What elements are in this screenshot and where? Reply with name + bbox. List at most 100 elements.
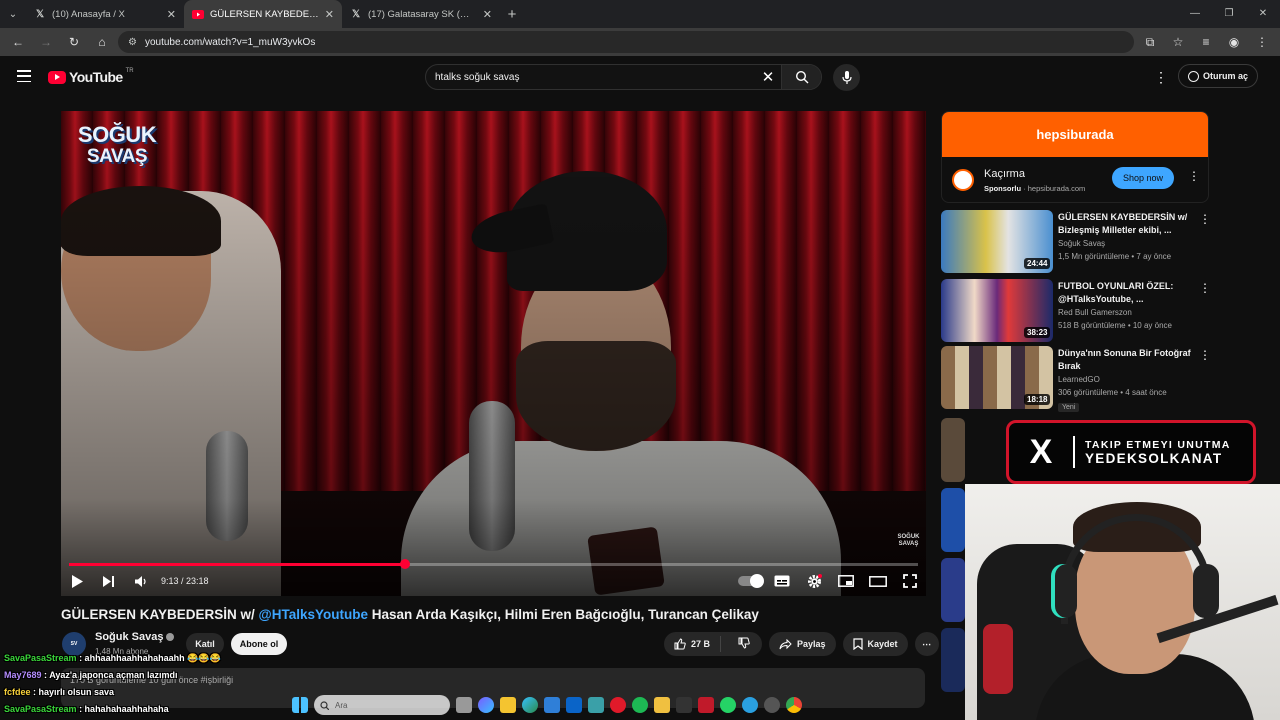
close-tab-icon[interactable]: ✕: [483, 8, 492, 21]
new-tab-button[interactable]: +: [500, 6, 524, 23]
app-icon[interactable]: [698, 697, 714, 713]
minimize-icon[interactable]: —: [1178, 0, 1212, 28]
recommendation-title[interactable]: Dünya'nın Sonuna Bir Fotoğraf Bırak: [1058, 347, 1193, 373]
ad-subline: Sponsorlu · hepsiburada.com: [984, 184, 1086, 193]
stream-chat-overlay: SavaPasaStream : ahhaahhaahhahahaahh 😂😂😂…: [0, 651, 360, 720]
recommendation-item[interactable]: 18:18 Dünya'nın Sonuna Bir Fotoğraf Bıra…: [941, 346, 1211, 412]
headset-earcup-left: [1051, 564, 1077, 618]
subtitles-button[interactable]: [766, 569, 798, 593]
fullscreen-button[interactable]: [894, 569, 926, 593]
profile-icon[interactable]: ◉: [1222, 30, 1246, 54]
browser-tab-1[interactable]: 𝕏 (10) Anasayfa / X ✕: [26, 0, 184, 28]
restore-icon[interactable]: ❐: [1212, 0, 1246, 28]
close-window-icon[interactable]: ✕: [1246, 0, 1280, 28]
channel-name[interactable]: Soğuk Savaş: [95, 631, 175, 643]
tab-search-icon[interactable]: ⌄: [0, 0, 26, 28]
recommendation-thumbnail[interactable]: [941, 628, 965, 692]
search-input[interactable]: htalks soğuk savaş: [426, 72, 755, 83]
recommendation-channel[interactable]: LearnedGO: [1058, 375, 1100, 384]
more-actions-button[interactable]: ⋯: [914, 632, 939, 656]
home-button[interactable]: ⌂: [90, 30, 114, 54]
app-icon[interactable]: [676, 697, 692, 713]
tab-title: (17) Galatasaray SK (@Galatasa: [368, 8, 477, 20]
ad-domain: hepsiburada.com: [1027, 184, 1086, 193]
video-player[interactable]: SOĞUK SAVAŞ SOĞUK SAVAŞ 9:13 / 23:18: [61, 111, 926, 596]
autoplay-toggle[interactable]: [734, 569, 766, 593]
whatsapp-icon[interactable]: [720, 697, 736, 713]
recommendation-thumbnails-partial[interactable]: [941, 418, 965, 720]
chrome-icon[interactable]: [786, 697, 802, 713]
outlook-icon[interactable]: [566, 697, 582, 713]
volume-button[interactable]: [125, 569, 157, 593]
miniplayer-button[interactable]: [830, 569, 862, 593]
recommendation-menu-icon[interactable]: ⋮: [1199, 212, 1211, 226]
save-button[interactable]: Kaydet: [842, 632, 908, 656]
chat-message: SavaPasaStream : hahahahaahhahaha: [4, 704, 169, 714]
telegram-icon[interactable]: [742, 697, 758, 713]
like-dislike-group: 27 B: [664, 632, 763, 656]
close-tab-icon[interactable]: ✕: [325, 8, 334, 21]
settings-button[interactable]: [798, 569, 830, 593]
install-icon[interactable]: ⧉: [1138, 30, 1162, 54]
browser-tab-2[interactable]: GÜLERSEN KAYBEDERSİN w/ @ ✕: [184, 0, 342, 28]
app-icon[interactable]: [588, 697, 604, 713]
menu-icon[interactable]: [17, 70, 31, 82]
url-field[interactable]: ⚙ youtube.com/watch?v=1_muW3yvkOs: [118, 31, 1134, 53]
ad-banner[interactable]: hepsiburada: [942, 112, 1208, 157]
shop-now-button[interactable]: Shop now: [1112, 167, 1174, 189]
file-explorer-icon[interactable]: [500, 697, 516, 713]
spotify-icon[interactable]: [632, 697, 648, 713]
forward-button[interactable]: →: [34, 30, 58, 54]
recommendation-channel[interactable]: Red Bull Gamerszon: [1058, 308, 1132, 317]
site-info-icon[interactable]: ⚙: [128, 37, 137, 48]
video-actions: 27 B Paylaş Kaydet ⋯: [664, 632, 939, 656]
theater-mode-button[interactable]: [862, 569, 894, 593]
share-button[interactable]: Paylaş: [769, 632, 836, 656]
search-button[interactable]: [781, 65, 821, 89]
new-badge: Yeni: [1058, 403, 1080, 412]
youtube-logo[interactable]: YouTube TR: [48, 68, 134, 85]
seek-bar[interactable]: [69, 559, 918, 569]
clear-search-icon[interactable]: ✕: [755, 68, 781, 86]
recommendation-menu-icon[interactable]: ⋮: [1199, 348, 1211, 362]
dislike-button[interactable]: [726, 637, 762, 651]
chat-text: : ahhaahhaahhahahaahh 😂😂😂: [76, 653, 221, 663]
like-button[interactable]: 27 B: [664, 636, 722, 652]
video-title-mention-link[interactable]: @HTalksYoutube: [259, 607, 368, 622]
recommendation-item[interactable]: 38:23 FUTBOL OYUNLARI ÖZEL: @HTalksYoutu…: [941, 279, 1211, 343]
ad-menu-icon[interactable]: ⋮: [1188, 169, 1200, 183]
play-button[interactable]: [61, 569, 93, 593]
recommendation-title[interactable]: GÜLERSEN KAYBEDERSİN w/ Bizleşmiş Millet…: [1058, 211, 1193, 237]
media-icon[interactable]: ≡: [1194, 30, 1218, 54]
settings-menu-icon[interactable]: ⋮: [1154, 67, 1168, 87]
advertiser-avatar[interactable]: [952, 169, 974, 191]
back-button[interactable]: ←: [6, 30, 30, 54]
task-view-icon[interactable]: [456, 697, 472, 713]
recommendation-menu-icon[interactable]: ⋮: [1199, 281, 1211, 295]
voice-search-button[interactable]: [833, 64, 860, 91]
recommendation-thumbnail[interactable]: [941, 558, 965, 622]
recommendation-thumbnail[interactable]: [941, 488, 965, 552]
reload-button[interactable]: ↻: [62, 30, 86, 54]
browser-tab-3[interactable]: 𝕏 (17) Galatasaray SK (@Galatasa ✕: [342, 0, 500, 28]
chat-username: fcfdee: [4, 687, 31, 697]
share-icon: [779, 638, 792, 649]
store-icon[interactable]: [544, 697, 560, 713]
recommendation-channel[interactable]: Soğuk Savaş: [1058, 239, 1105, 248]
browser-menu-icon[interactable]: ⋮: [1250, 30, 1274, 54]
app-icon[interactable]: [654, 697, 670, 713]
copilot-icon[interactable]: [478, 697, 494, 713]
close-tab-icon[interactable]: ✕: [167, 8, 176, 21]
edge-icon[interactable]: [522, 697, 538, 713]
opera-icon[interactable]: [610, 697, 626, 713]
app-icon[interactable]: [764, 697, 780, 713]
next-button[interactable]: [93, 569, 125, 593]
sign-in-button[interactable]: Oturum aç: [1178, 64, 1258, 88]
recommendation-item[interactable]: 24:44 GÜLERSEN KAYBEDERSİN w/ Bizleşmiş …: [941, 210, 1211, 274]
recommendation-thumbnail[interactable]: [941, 418, 965, 482]
ad-title[interactable]: Kaçırma: [984, 168, 1025, 180]
video-duration: 24:44: [1024, 258, 1051, 269]
sponsored-ad[interactable]: hepsiburada Kaçırma Sponsorlu · hepsibur…: [941, 111, 1209, 203]
recommendation-title[interactable]: FUTBOL OYUNLARI ÖZEL: @HTalksYoutube, ..…: [1058, 280, 1193, 306]
bookmark-star-icon[interactable]: ☆: [1166, 30, 1190, 54]
